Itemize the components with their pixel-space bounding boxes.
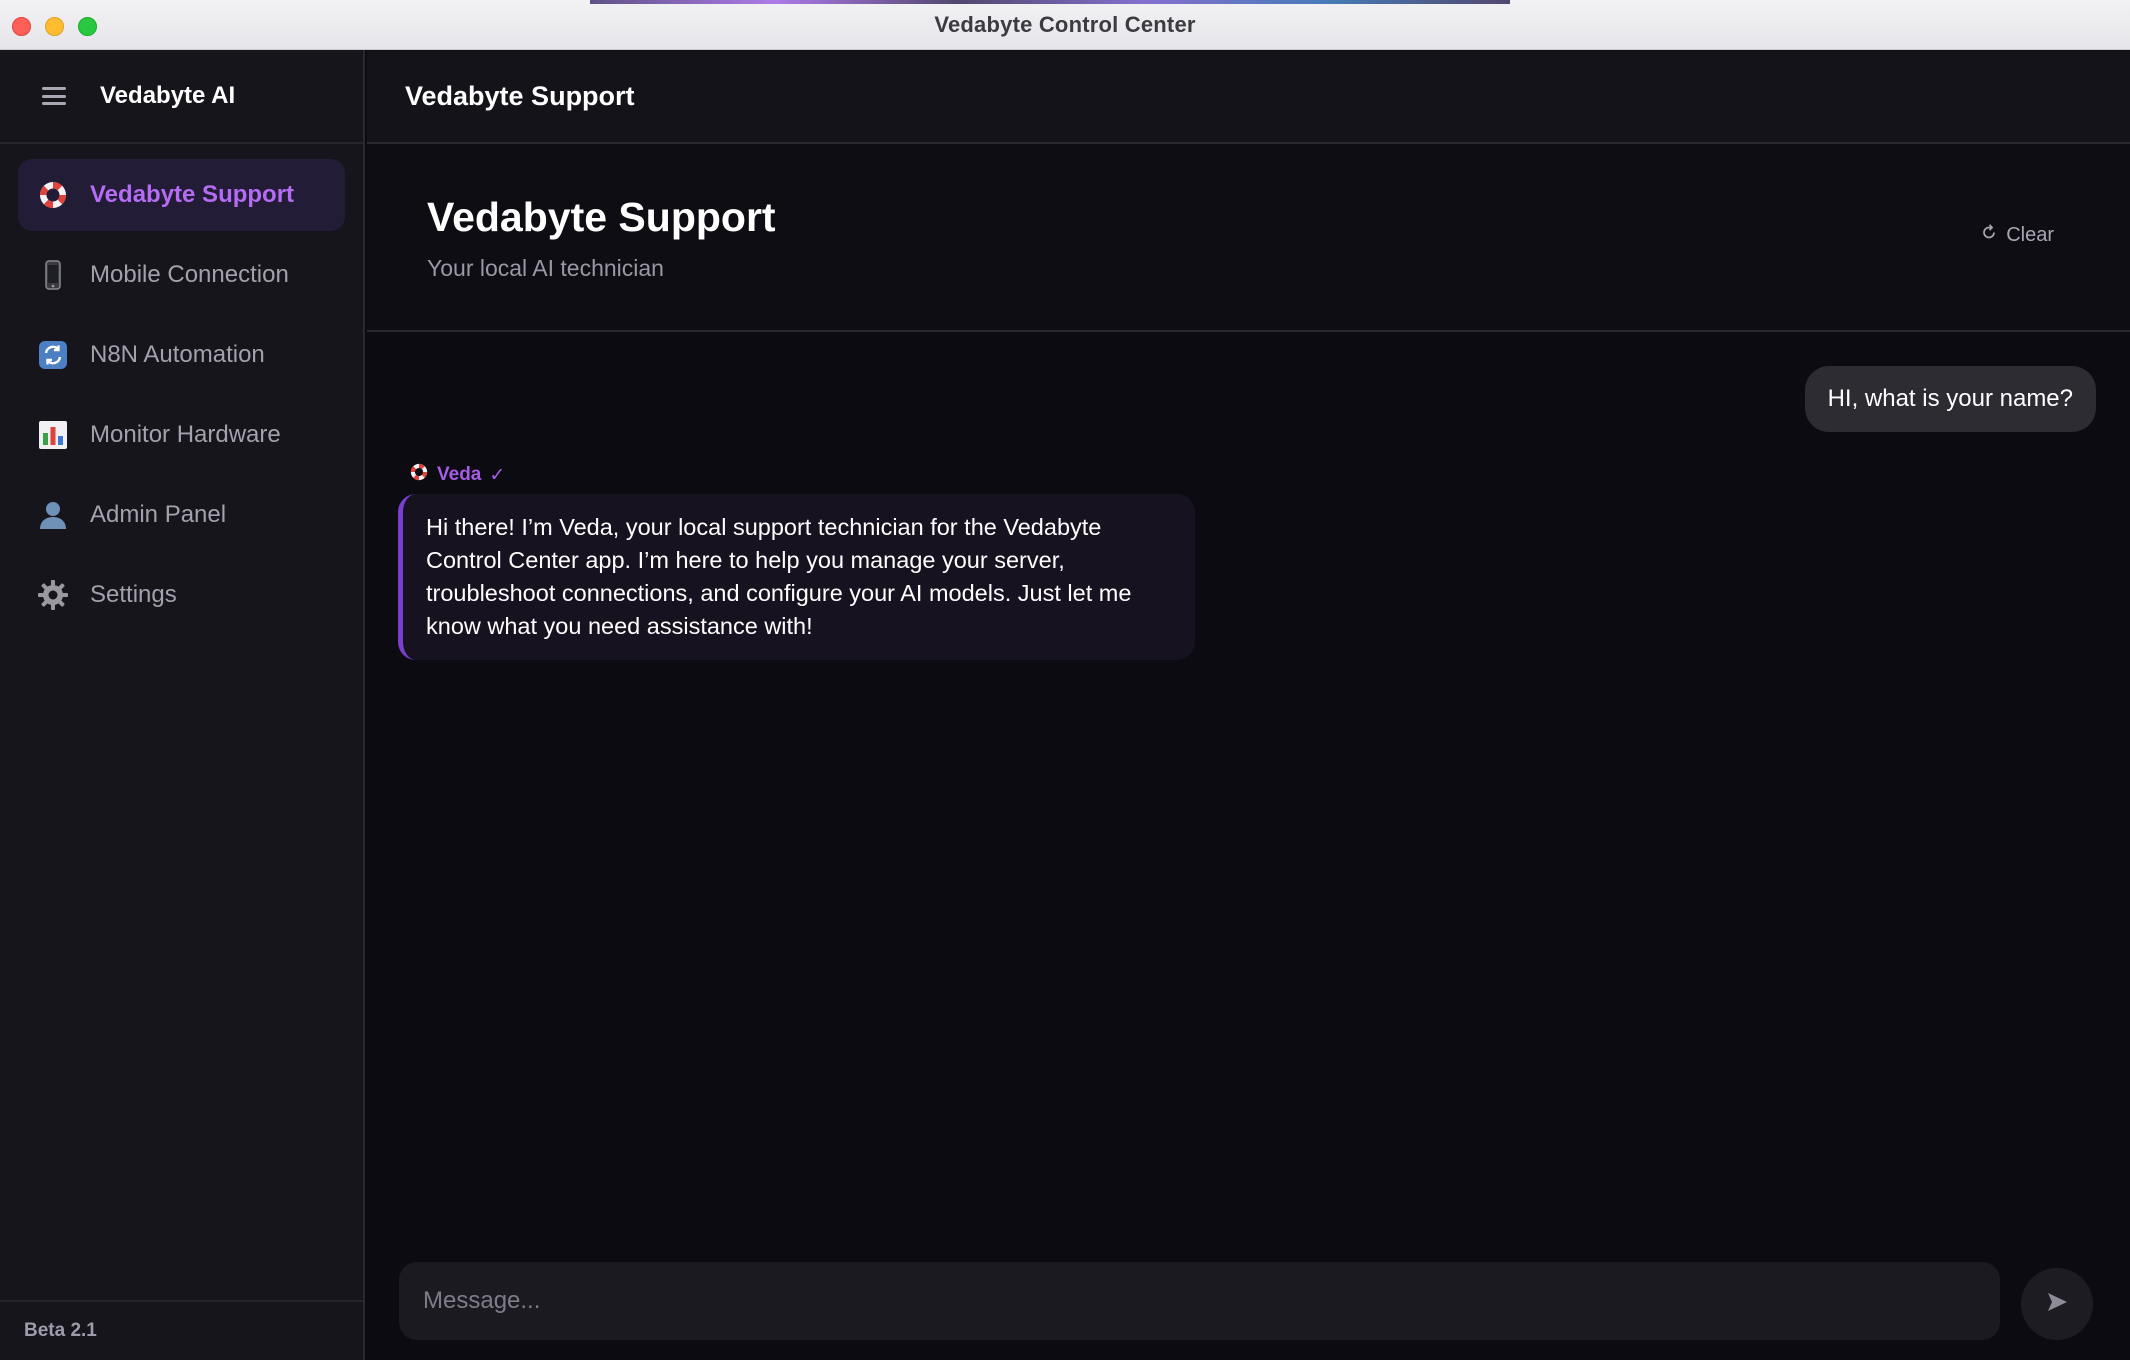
sidebar-item-settings[interactable]: Settings [18, 559, 345, 631]
sidebar-item-admin-panel[interactable]: Admin Panel [18, 479, 345, 551]
refresh-cycle-icon [36, 338, 70, 372]
sidebar-item-label: N8N Automation [90, 341, 265, 368]
sidebar-item-vedabyte-support[interactable]: Vedabyte Support [18, 159, 345, 231]
user-icon [36, 498, 70, 532]
sidebar: Vedabyte AI Vedabyte Support Mobile Conn… [0, 50, 365, 1360]
sidebar-item-monitor-hardware[interactable]: Monitor Hardware [18, 399, 345, 471]
bar-chart-icon [36, 418, 70, 452]
assistant-name: Veda [437, 464, 482, 485]
sidebar-item-label: Admin Panel [90, 501, 227, 528]
message-composer [399, 1262, 2000, 1340]
page-subtitle: Your local AI technician [427, 255, 664, 281]
user-message: HI, what is your name? [1804, 366, 2096, 432]
minimize-window-button[interactable] [45, 17, 64, 36]
sidebar-item-label: Monitor Hardware [90, 421, 281, 448]
topbar-title: Vedabyte Support [367, 50, 2130, 144]
close-window-button[interactable] [12, 17, 31, 36]
sidebar-nav: Vedabyte Support Mobile Connection N8N A… [0, 144, 363, 631]
send-icon [2045, 1290, 2069, 1319]
sidebar-item-label: Settings [90, 581, 177, 608]
gear-icon [36, 578, 70, 612]
assistant-label: Veda ✓ [409, 462, 505, 488]
message-input[interactable] [423, 1262, 2000, 1340]
chat-header: Vedabyte Support Your local AI technicia… [367, 144, 2130, 332]
chat-thread: HI, what is your name? Veda ✓ Hi there! … [367, 334, 2130, 1294]
sidebar-header: Vedabyte AI [0, 50, 363, 144]
window-controls [12, 17, 97, 36]
version-label: Beta 2.1 [0, 1300, 363, 1360]
sidebar-item-mobile-connection[interactable]: Mobile Connection [18, 239, 345, 311]
clear-button[interactable]: Clear [1980, 223, 2054, 247]
title-bar-decoration [590, 0, 1510, 4]
clear-button-label: Clear [2006, 223, 2054, 246]
app-window: Vedabyte Control Center Vedabyte AI Veda… [0, 0, 2130, 1360]
refresh-icon [1980, 223, 1998, 247]
verified-check-icon: ✓ [489, 464, 506, 486]
lifebuoy-icon [36, 178, 70, 212]
title-bar: Vedabyte Control Center [0, 0, 2130, 50]
sidebar-item-label: Vedabyte Support [90, 181, 295, 208]
mobile-phone-icon [36, 258, 70, 292]
menu-icon[interactable] [42, 87, 66, 105]
send-button[interactable] [2021, 1268, 2093, 1340]
brand-title: Vedabyte AI [100, 82, 236, 109]
lifebuoy-icon [409, 462, 429, 488]
sidebar-item-label: Mobile Connection [90, 261, 289, 288]
assistant-message: Hi there! I’m Veda, your local support t… [398, 494, 1195, 660]
page-title: Vedabyte Support [427, 194, 776, 240]
window-title: Vedabyte Control Center [934, 11, 1196, 37]
main-content: Vedabyte Support Vedabyte Support Your l… [367, 50, 2130, 1360]
maximize-window-button[interactable] [78, 17, 97, 36]
sidebar-item-n8n-automation[interactable]: N8N Automation [18, 319, 345, 391]
